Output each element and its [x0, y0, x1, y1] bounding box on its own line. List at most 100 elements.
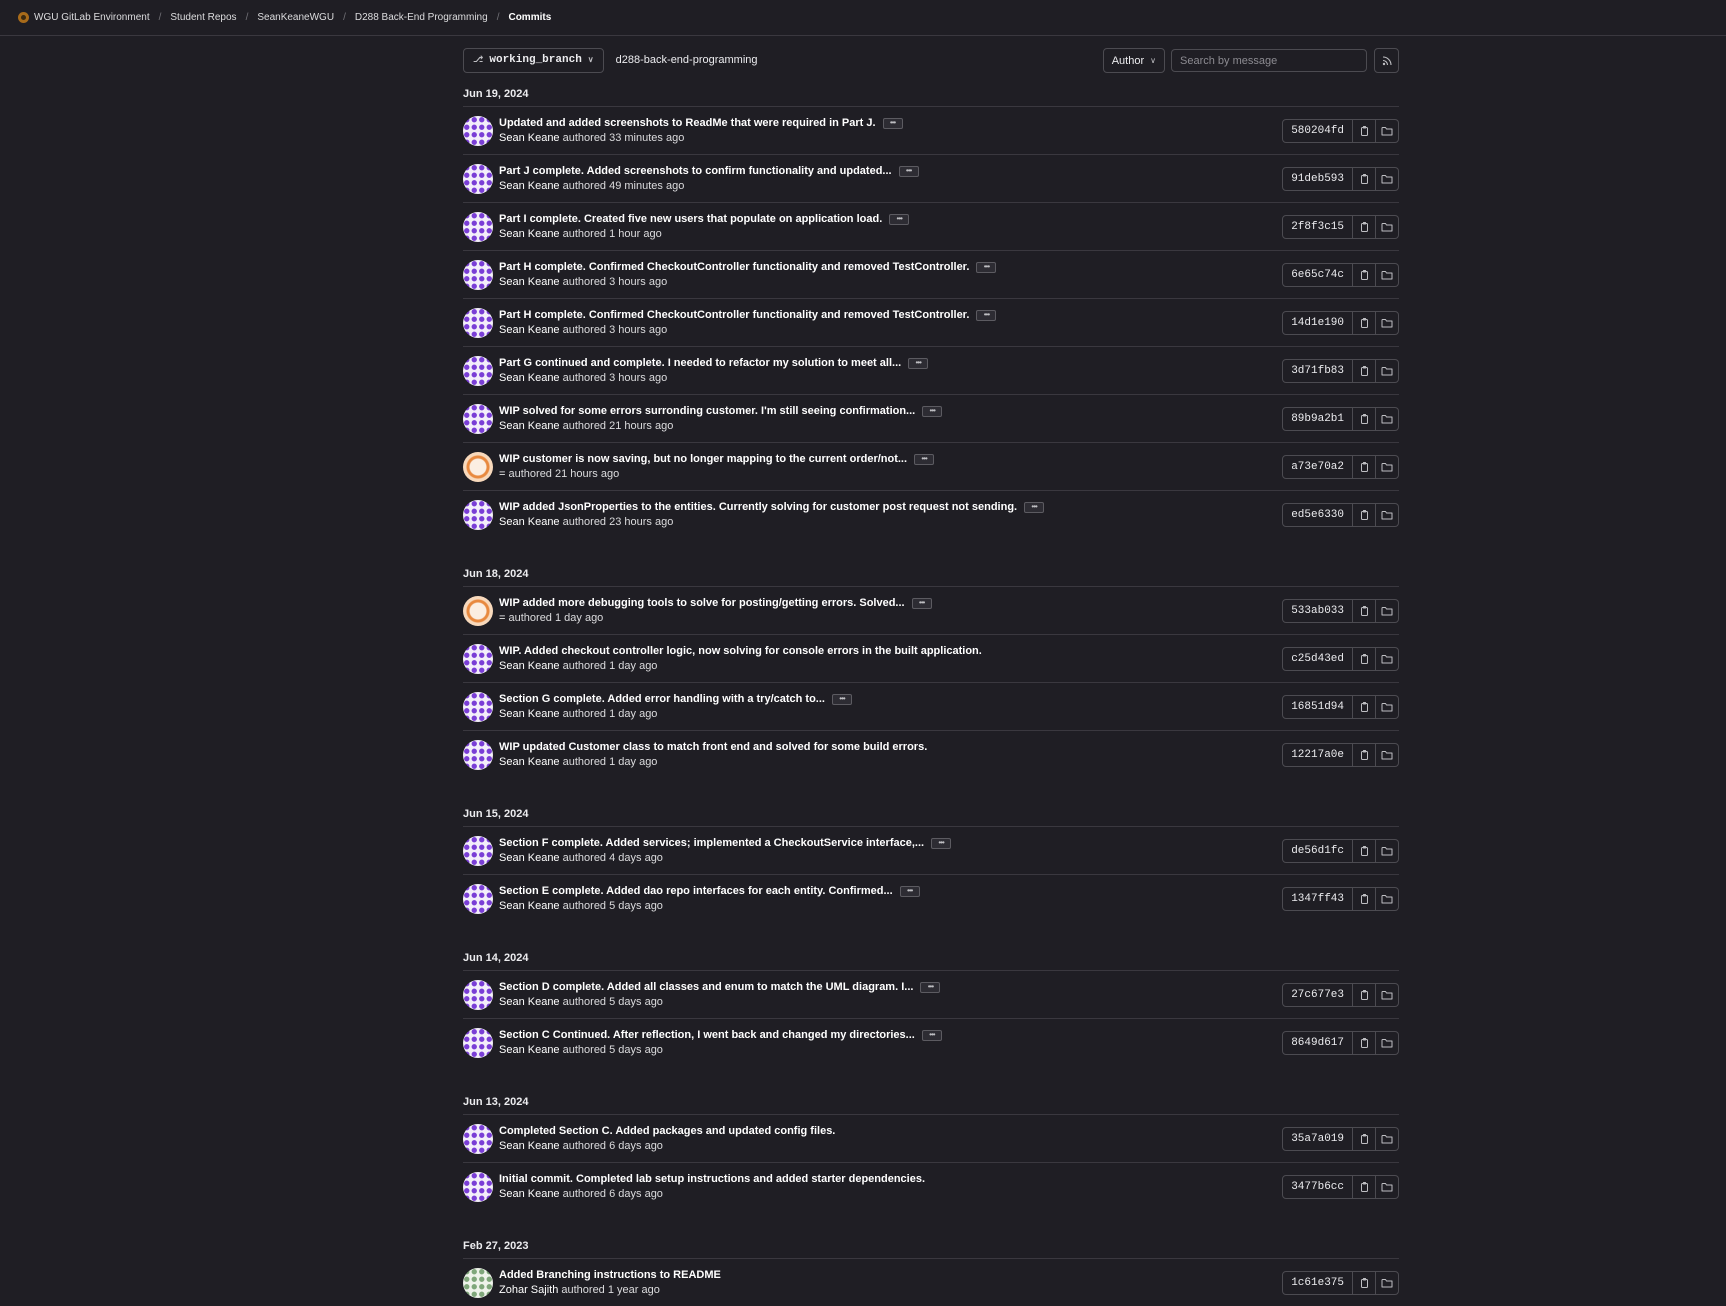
avatar[interactable] [463, 979, 493, 1010]
copy-sha-button[interactable] [1353, 1030, 1376, 1055]
expand-description-button[interactable]: ••• [931, 837, 952, 849]
expand-description-button[interactable]: ••• [889, 213, 910, 225]
author-link[interactable]: Sean Keane [499, 660, 560, 672]
expand-description-button[interactable]: ••• [922, 405, 943, 417]
browse-files-button[interactable] [1376, 1174, 1399, 1199]
copy-sha-button[interactable] [1353, 1126, 1376, 1151]
browse-files-button[interactable] [1376, 310, 1399, 335]
commit-message-link[interactable]: WIP added more debugging tools to solve … [499, 597, 905, 609]
avatar[interactable] [463, 691, 493, 722]
copy-sha-button[interactable] [1353, 214, 1376, 239]
browse-files-button[interactable] [1376, 1030, 1399, 1055]
commit-message-link[interactable]: Section F complete. Added services; impl… [499, 837, 924, 849]
copy-sha-button[interactable] [1353, 406, 1376, 431]
commit-sha-label[interactable]: a73e70a2 [1282, 454, 1353, 479]
browse-files-button[interactable] [1376, 982, 1399, 1007]
commit-message-link[interactable]: Part I complete. Created five new users … [499, 213, 882, 225]
browse-files-button[interactable] [1376, 598, 1399, 623]
commit-message-link[interactable]: Added Branching instructions to README [499, 1269, 721, 1281]
author-link[interactable]: Sean Keane [499, 132, 560, 144]
commit-message-link[interactable]: Initial commit. Completed lab setup inst… [499, 1173, 925, 1185]
commit-message-link[interactable]: Updated and added screenshots to ReadMe … [499, 117, 876, 129]
avatar[interactable] [463, 1171, 493, 1202]
commit-message-link[interactable]: Section D complete. Added all classes an… [499, 981, 913, 993]
avatar[interactable] [463, 259, 493, 290]
commit-message-link[interactable]: WIP customer is now saving, but no longe… [499, 453, 907, 465]
author-link[interactable]: Sean Keane [499, 1188, 560, 1200]
author-link[interactable]: Sean Keane [499, 708, 560, 720]
commit-sha-label[interactable]: 3d71fb83 [1282, 358, 1353, 383]
avatar[interactable] [463, 499, 493, 530]
avatar[interactable] [463, 355, 493, 386]
branch-dropdown[interactable]: ⎇ working_branch ∨ [463, 47, 604, 73]
author-link[interactable]: Zohar Sajith [499, 1284, 558, 1296]
expand-description-button[interactable]: ••• [911, 597, 932, 609]
expand-description-button[interactable]: ••• [898, 165, 919, 177]
author-link[interactable]: = [499, 468, 505, 480]
author-link[interactable]: Sean Keane [499, 1140, 560, 1152]
commit-sha-label[interactable]: 35a7a019 [1282, 1126, 1353, 1151]
author-link[interactable]: Sean Keane [499, 180, 560, 192]
breadcrumb-item[interactable]: Student Repos [170, 12, 236, 23]
commit-message-link[interactable]: Part H complete. Confirmed CheckoutContr… [499, 309, 969, 321]
commit-sha-label[interactable]: 3477b6cc [1282, 1174, 1353, 1199]
avatar[interactable] [463, 643, 493, 674]
commit-sha-label[interactable]: ed5e6330 [1282, 502, 1353, 527]
avatar[interactable] [463, 1123, 493, 1154]
avatar[interactable] [463, 451, 493, 482]
commit-sha-label[interactable]: 1c61e375 [1282, 1270, 1353, 1295]
copy-sha-button[interactable] [1353, 1270, 1376, 1295]
browse-files-button[interactable] [1376, 742, 1399, 767]
commit-sha-label[interactable]: 6e65c74c [1282, 262, 1353, 287]
copy-sha-button[interactable] [1353, 166, 1376, 191]
commit-message-link[interactable]: WIP. Added checkout controller logic, no… [499, 645, 982, 657]
avatar[interactable] [463, 739, 493, 770]
browse-files-button[interactable] [1376, 838, 1399, 863]
author-link[interactable]: Sean Keane [499, 516, 560, 528]
author-link[interactable]: Sean Keane [499, 276, 560, 288]
commit-message-link[interactable]: Part J complete. Added screenshots to co… [499, 165, 892, 177]
avatar[interactable] [463, 163, 493, 194]
author-link[interactable]: Sean Keane [499, 900, 560, 912]
expand-description-button[interactable]: ••• [914, 453, 935, 465]
commit-sha-label[interactable]: c25d43ed [1282, 646, 1353, 671]
author-link[interactable]: Sean Keane [499, 996, 560, 1008]
browse-files-button[interactable] [1376, 454, 1399, 479]
commit-sha-label[interactable]: 27c677e3 [1282, 982, 1353, 1007]
commit-sha-label[interactable]: 1347ff43 [1282, 886, 1353, 911]
copy-sha-button[interactable] [1353, 694, 1376, 719]
copy-sha-button[interactable] [1353, 742, 1376, 767]
breadcrumb-item[interactable]: D288 Back-End Programming [355, 12, 488, 23]
browse-files-button[interactable] [1376, 262, 1399, 287]
browse-files-button[interactable] [1376, 406, 1399, 431]
commit-message-link[interactable]: Section E complete. Added dao repo inter… [499, 885, 893, 897]
browse-files-button[interactable] [1376, 358, 1399, 383]
expand-description-button[interactable]: ••• [976, 309, 997, 321]
avatar[interactable] [463, 1267, 493, 1298]
avatar[interactable] [463, 307, 493, 338]
commit-sha-label[interactable]: 533ab033 [1282, 598, 1353, 623]
browse-files-button[interactable] [1376, 694, 1399, 719]
avatar[interactable] [463, 1027, 493, 1058]
avatar[interactable] [463, 403, 493, 434]
commit-sha-label[interactable]: 91deb593 [1282, 166, 1353, 191]
author-link[interactable]: Sean Keane [499, 228, 560, 240]
commit-sha-label[interactable]: 12217a0e [1282, 742, 1353, 767]
author-link[interactable]: Sean Keane [499, 1044, 560, 1056]
browse-files-button[interactable] [1376, 1270, 1399, 1295]
copy-sha-button[interactable] [1353, 310, 1376, 335]
expand-description-button[interactable]: ••• [920, 981, 941, 993]
browse-files-button[interactable] [1376, 118, 1399, 143]
commit-sha-label[interactable]: 580204fd [1282, 118, 1353, 143]
author-link[interactable]: = [499, 612, 505, 624]
browse-files-button[interactable] [1376, 166, 1399, 191]
copy-sha-button[interactable] [1353, 1174, 1376, 1199]
avatar[interactable] [463, 211, 493, 242]
commit-message-link[interactable]: Part G continued and complete. I needed … [499, 357, 901, 369]
commit-sha-label[interactable]: 14d1e190 [1282, 310, 1353, 335]
author-filter-dropdown[interactable]: Author ∨ [1102, 48, 1165, 73]
copy-sha-button[interactable] [1353, 886, 1376, 911]
author-link[interactable]: Sean Keane [499, 756, 560, 768]
author-link[interactable]: Sean Keane [499, 852, 560, 864]
author-link[interactable]: Sean Keane [499, 420, 560, 432]
